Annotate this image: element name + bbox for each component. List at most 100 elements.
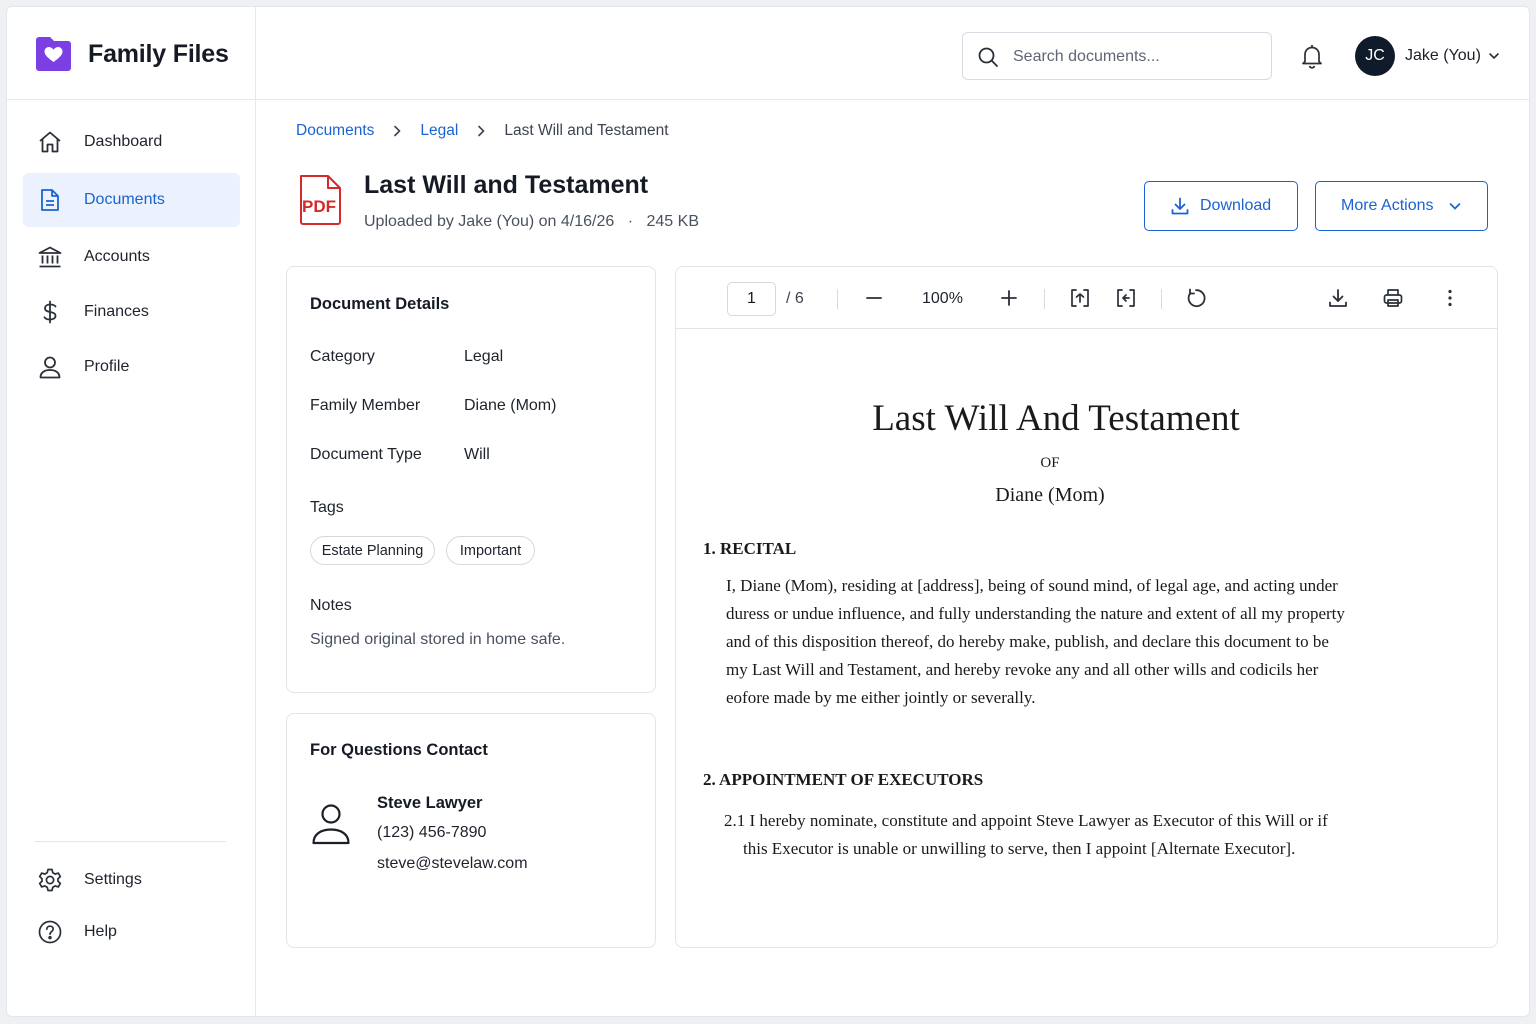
meta-separator: · [627,213,634,230]
download-button[interactable]: Download [1144,181,1298,231]
tags-label: Tags [310,499,344,516]
chevron-right-icon [478,125,485,137]
download-icon[interactable] [1327,287,1349,309]
contact-email[interactable]: steve@stevelaw.com [377,855,528,873]
chevron-down-icon[interactable] [1487,49,1501,63]
page-number-input[interactable] [727,282,776,316]
viewer-toolbar: / 6 100% [676,267,1497,329]
download-icon [1171,197,1189,215]
section-heading-executors: 2. APPOINTMENT OF EXECUTORS [703,770,984,789]
person-icon [312,804,350,845]
chevron-right-icon [394,125,402,137]
sidebar-item-label: Settings [84,871,142,888]
more-options-icon[interactable] [1439,287,1461,309]
breadcrumb: Documents Legal Last Will and Testament [296,122,669,140]
sidebar-item-dashboard[interactable]: Dashboard [23,115,240,169]
folder-heart-logo-icon [36,37,71,71]
top-bar: JC Jake (You) [256,7,1529,100]
paper-of: OF [1040,455,1060,471]
search-icon [978,47,998,67]
toolbar-divider [837,289,838,309]
search-box[interactable] [962,32,1272,80]
section-heading-recital: 1. RECITAL [703,539,797,558]
document-page: Last Will And Testament OF Diane (Mom) 1… [676,329,1497,947]
more-actions-label: More Actions [1341,197,1434,214]
sidebar-item-profile[interactable]: Profile [23,340,240,394]
family-member-label: Family Member [310,397,421,414]
user-icon [39,356,61,379]
chevron-down-icon [1449,203,1461,210]
upload-info: Uploaded by Jake (You) on 4/16/26 [364,213,615,230]
sidebar-item-label: Finances [84,303,149,320]
document-details-card: Document Details Category Legal Family M… [286,266,656,693]
category-value: Legal [464,348,504,365]
pdf-viewer: / 6 100% [675,266,1498,948]
document-icon [41,189,59,211]
toolbar-divider [1161,289,1162,309]
zoom-level: 100% [922,290,963,307]
sidebar-item-help[interactable]: Help [23,905,240,959]
sidebar-item-label: Profile [84,358,130,375]
sidebar-item-documents[interactable]: Documents [23,173,240,227]
recital-line: my Last Will and Testament, and hereby r… [726,660,1319,679]
bell-icon[interactable] [1298,42,1326,70]
zoom-in-icon[interactable] [998,287,1020,309]
zoom-out-icon[interactable] [863,287,885,309]
home-icon [39,131,61,153]
executors-line: this Executor is unable or unwilling to … [743,839,1296,858]
fit-width-icon[interactable] [1115,287,1137,309]
tag-important[interactable]: Important [446,536,535,565]
contact-title: For Questions Contact [310,741,488,759]
contact-phone[interactable]: (123) 456-7890 [377,824,486,842]
recital-line: and of this disposition thereof, do here… [726,632,1329,651]
details-title: Document Details [310,295,450,313]
sidebar-item-finances[interactable]: Finances [23,285,240,339]
executors-line: 2.1 I hereby nominate, constitute and ap… [724,811,1328,830]
search-input[interactable] [1013,45,1258,69]
recital-line: duress or undue influence, and fully und… [726,604,1345,623]
notes-label: Notes [310,597,352,614]
recital-text: I, Diane (Mom), residing at [address], b… [726,572,1366,712]
more-actions-button[interactable]: More Actions [1315,181,1488,231]
document-type-label: Document Type [310,446,422,463]
category-label: Category [310,348,375,365]
file-size: 245 KB [646,213,699,230]
sidebar-item-label: Documents [84,191,165,208]
user-name[interactable]: Jake (You) [1405,47,1481,65]
brand-name: Family Files [88,40,229,68]
contact-name: Steve Lawyer [377,794,483,812]
recital-line: I, Diane (Mom), residing at [address], b… [726,576,1338,595]
tag-estate-planning[interactable]: Estate Planning [310,536,435,565]
sidebar-item-label: Help [84,923,117,940]
gear-icon [38,868,62,892]
family-member-value: Diane (Mom) [464,397,557,414]
help-icon [38,920,62,944]
rotate-icon[interactable] [1185,287,1207,309]
sidebar-item-accounts[interactable]: Accounts [23,230,240,284]
breadcrumb-documents[interactable]: Documents [296,122,374,140]
breadcrumb-legal[interactable]: Legal [420,122,458,140]
app-window: Family Files Dashboard Documents Account… [6,6,1530,1017]
print-icon[interactable] [1382,287,1404,309]
download-label: Download [1200,197,1272,214]
recital-line: eofore made by me either jointly or seve… [726,688,1036,707]
brand: Family Files [7,7,256,100]
fit-page-icon[interactable] [1069,287,1091,309]
notes-text: Signed original stored in home safe. [310,631,566,648]
sidebar-item-label: Accounts [84,248,150,265]
executors-text: 2.1 I hereby nominate, constitute and ap… [724,807,1364,863]
paper-title: Last Will And Testament [872,398,1240,439]
paper-name: Diane (Mom) [995,484,1105,506]
dollar-icon [43,300,57,324]
sidebar-item-settings[interactable]: Settings [23,853,240,907]
pdf-label: PDF [302,197,336,216]
document-meta: Uploaded by Jake (You) on 4/16/26 · 245 … [364,213,699,231]
contact-card: For Questions Contact Steve Lawyer (123)… [286,713,656,948]
sidebar-divider [35,841,226,842]
avatar[interactable]: JC [1355,36,1395,76]
toolbar-divider [1044,289,1045,309]
document-type-value: Will [464,446,490,463]
pdf-file-icon: PDF [300,175,341,225]
breadcrumb-current: Last Will and Testament [504,122,669,139]
page-total: / 6 [786,290,804,307]
